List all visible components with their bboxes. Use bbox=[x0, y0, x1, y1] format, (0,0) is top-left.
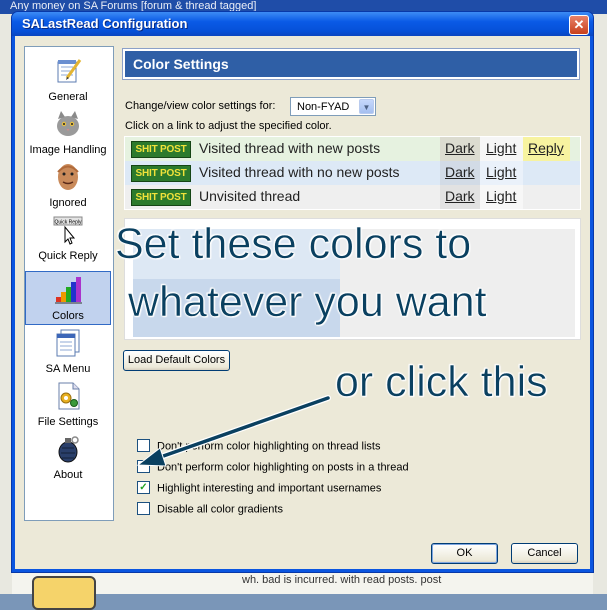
section-header: Color Settings bbox=[122, 48, 580, 80]
quick-reply-mini-label: Quick Reply bbox=[55, 220, 82, 226]
color-palette-icon bbox=[55, 277, 82, 304]
dark-color-link[interactable]: Dark bbox=[445, 188, 475, 204]
face-icon bbox=[57, 164, 79, 190]
forum-type-select[interactable]: Non-FYAD ▼ bbox=[290, 97, 376, 116]
sidebar-item-label: Image Handling bbox=[29, 144, 107, 156]
dark-color-link[interactable]: Dark bbox=[445, 140, 475, 156]
sidebar-item-label: General bbox=[48, 91, 88, 103]
sidebar-item-general[interactable]: General bbox=[26, 53, 110, 105]
sidebar-item-label: Quick Reply bbox=[38, 250, 98, 262]
option-label: Highlight interesting and important user… bbox=[157, 482, 382, 495]
cancel-button[interactable]: Cancel bbox=[511, 543, 578, 564]
forum-type-value: Non-FYAD bbox=[297, 101, 350, 113]
sidebar-item-quick-reply[interactable]: Quick Reply Quick Reply bbox=[26, 212, 110, 264]
close-icon: ✕ bbox=[573, 17, 585, 32]
post-color-preview bbox=[124, 218, 581, 340]
option-label: Don't perform color highlighting on thre… bbox=[157, 440, 381, 453]
dark-color-link[interactable]: Dark bbox=[445, 164, 475, 180]
sidebar-item-ignored[interactable]: Ignored bbox=[26, 159, 110, 211]
sidebar-item-label: About bbox=[53, 469, 83, 481]
dialog-titlebar[interactable]: SALastRead Configuration ✕ bbox=[12, 12, 593, 36]
dialog-client-area: General Image Handling Ignored Quick Rep… bbox=[15, 36, 590, 569]
option-disable-gradients[interactable]: Disable all color gradients bbox=[137, 502, 283, 516]
notepad-pencil-icon bbox=[57, 59, 82, 83]
checkbox[interactable] bbox=[137, 460, 150, 473]
checkbox-checked[interactable]: ✓ bbox=[137, 481, 150, 494]
light-color-link[interactable]: Light bbox=[486, 164, 516, 180]
sidebar-item-colors[interactable]: Colors bbox=[25, 271, 111, 325]
cat-icon bbox=[57, 111, 79, 136]
thread-color-table: SHIT POST Visited thread with new posts … bbox=[124, 136, 581, 210]
file-settings-icon bbox=[58, 382, 80, 410]
instruction-text: Click on a link to adjust the specified … bbox=[125, 120, 332, 132]
quick-reply-cursor-icon: Quick Reply bbox=[53, 216, 83, 245]
table-row: SHIT POST Unvisited thread Dark Light bbox=[125, 185, 580, 209]
sidebar-item-label: Colors bbox=[52, 310, 84, 322]
sidebar-item-file-settings[interactable]: File Settings bbox=[26, 378, 110, 430]
dialog-title: SALastRead Configuration bbox=[22, 16, 188, 31]
background-footer-text: wh. bad is incurred. with read posts. po… bbox=[242, 574, 442, 586]
thread-tag-badge: SHIT POST bbox=[131, 141, 191, 158]
grenade-icon bbox=[58, 436, 79, 463]
sidebar-item-sa-menu[interactable]: SA Menu bbox=[26, 325, 110, 377]
option-highlight-usernames[interactable]: ✓ Highlight interesting and important use… bbox=[137, 481, 382, 495]
section-title: Color Settings bbox=[125, 51, 577, 77]
row-name: Visited thread with no new posts bbox=[199, 164, 400, 180]
ok-button[interactable]: OK bbox=[431, 543, 498, 564]
close-button[interactable]: ✕ bbox=[569, 15, 589, 35]
sidebar-item-label: File Settings bbox=[37, 416, 99, 428]
option-no-thread-highlighting[interactable]: Don't perform color highlighting on thre… bbox=[137, 439, 381, 453]
config-dialog: SALastRead Configuration ✕ General Image… bbox=[12, 12, 593, 572]
light-color-link[interactable]: Light bbox=[486, 140, 516, 156]
sidebar-item-label: Ignored bbox=[49, 197, 87, 209]
thread-tag-badge: SHIT POST bbox=[131, 189, 191, 206]
background-title: Any money on SA Forums [forum & thread t… bbox=[10, 0, 257, 12]
preview-userinfo-lower bbox=[133, 279, 340, 337]
sidebar-item-label: SA Menu bbox=[45, 363, 91, 375]
checkbox[interactable] bbox=[137, 502, 150, 515]
option-no-post-highlighting[interactable]: Don't perform color highlighting on post… bbox=[137, 460, 409, 474]
chevron-down-icon[interactable]: ▼ bbox=[359, 99, 374, 114]
row-name: Unvisited thread bbox=[199, 188, 301, 204]
thread-tag-badge: SHIT POST bbox=[131, 165, 191, 182]
option-label: Don't perform color highlighting on post… bbox=[157, 461, 409, 474]
table-row: SHIT POST Visited thread with new posts … bbox=[125, 137, 580, 161]
background-card bbox=[32, 576, 96, 610]
category-sidebar: General Image Handling Ignored Quick Rep… bbox=[24, 46, 114, 521]
preview-postbody bbox=[340, 229, 575, 337]
background-right-edge bbox=[592, 14, 607, 594]
reply-color-link[interactable]: Reply bbox=[528, 140, 564, 156]
sidebar-item-about[interactable]: About bbox=[26, 431, 110, 483]
background-footer: wh. bad is incurred. with read posts. po… bbox=[12, 572, 593, 610]
sidebar-item-image-handling[interactable]: Image Handling bbox=[26, 106, 110, 158]
row-name: Visited thread with new posts bbox=[199, 140, 381, 156]
option-label: Disable all color gradients bbox=[157, 503, 283, 516]
table-row: SHIT POST Visited thread with no new pos… bbox=[125, 161, 580, 185]
menu-sheets-icon bbox=[56, 329, 80, 357]
checkbox[interactable] bbox=[137, 439, 150, 452]
view-settings-label: Change/view color settings for: bbox=[125, 100, 276, 112]
load-default-colors-button[interactable]: Load Default Colors bbox=[123, 350, 230, 371]
light-color-link[interactable]: Light bbox=[486, 188, 516, 204]
